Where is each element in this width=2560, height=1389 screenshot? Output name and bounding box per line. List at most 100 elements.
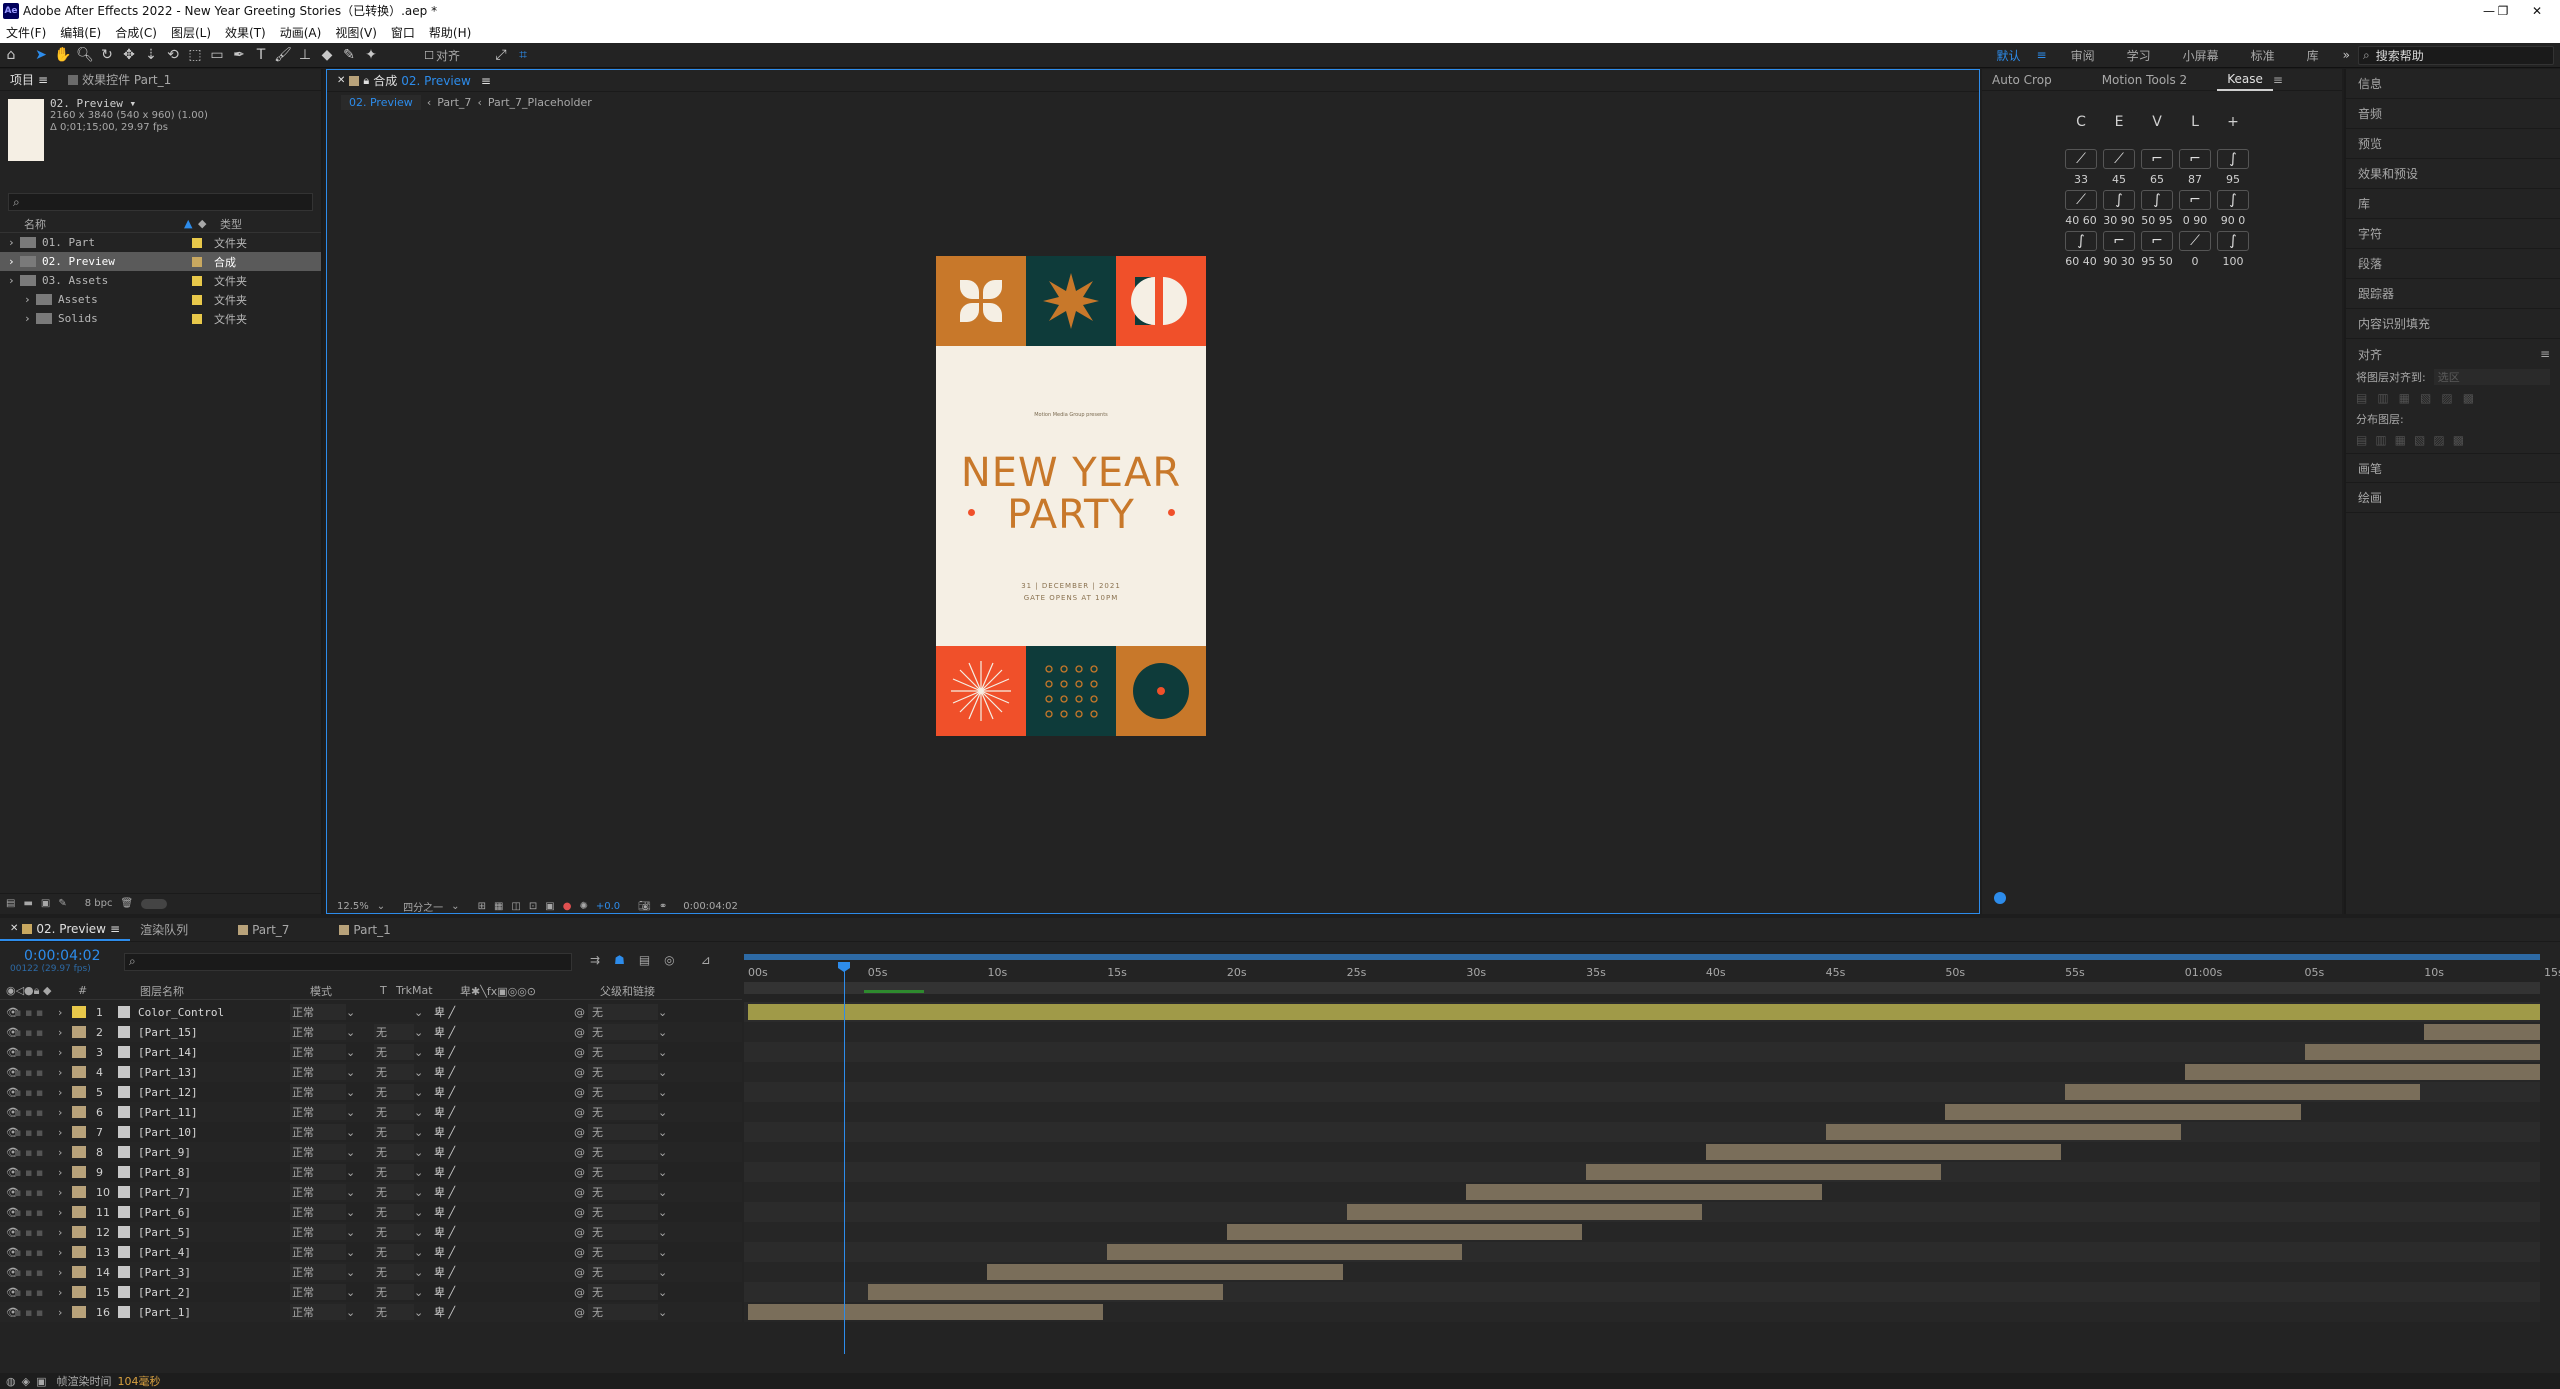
pickwhip-icon[interactable]: @ bbox=[574, 1266, 588, 1279]
layer-switches[interactable]: ▪ ▪ ▪ bbox=[14, 1266, 58, 1279]
kease-e-button[interactable]: E bbox=[2100, 114, 2138, 130]
chevron-right-icon[interactable]: › bbox=[58, 1166, 72, 1179]
label-color-swatch[interactable] bbox=[72, 1026, 86, 1038]
layer-row[interactable]: 👁︎ ▪ ▪ ▪ › 8 [Part_9] 正常 ⌄ 无 ⌄ 卑 ╱ @ 无 ⌄ bbox=[0, 1142, 742, 1162]
blend-mode-dropdown[interactable]: 正常 bbox=[290, 1224, 346, 1240]
layer-switches-icon[interactable]: 卑 ╱ bbox=[434, 1244, 574, 1260]
puppet-pin-icon[interactable]: ✦ bbox=[360, 44, 382, 66]
pickwhip-icon[interactable]: @ bbox=[574, 1106, 588, 1119]
menu-layer[interactable]: 图层(L) bbox=[171, 24, 211, 41]
eye-icon[interactable]: 👁︎ bbox=[0, 1286, 20, 1299]
align-buttons[interactable]: ▤▥▦▧▨▩ bbox=[2346, 385, 2560, 411]
comp-timecode[interactable]: 0:00:04:02 bbox=[683, 901, 738, 912]
layer-switches-icon[interactable]: 卑 ╱ bbox=[434, 1164, 574, 1180]
exposure-icon[interactable]: ✺ bbox=[579, 901, 587, 912]
parent-dropdown[interactable]: 无 bbox=[588, 1064, 658, 1080]
parent-dropdown[interactable]: 无 bbox=[588, 1104, 658, 1120]
work-area-bar[interactable] bbox=[744, 954, 2540, 960]
project-settings-icon[interactable]: ✎ bbox=[58, 898, 66, 909]
layer-switches-icon[interactable]: 卑 ╱ bbox=[434, 1224, 574, 1240]
rectangle-tool-icon[interactable]: ▭ bbox=[206, 44, 228, 66]
kease-preset-button[interactable]: ∫ 60 40 bbox=[2062, 231, 2100, 268]
comp-button-icon[interactable]: ▣ bbox=[36, 1375, 46, 1388]
pickwhip-icon[interactable]: @ bbox=[574, 1186, 588, 1199]
layer-name[interactable]: [Part_13] bbox=[138, 1066, 290, 1079]
chevron-right-icon[interactable]: › bbox=[58, 1086, 72, 1099]
zoom-tool-icon[interactable]: 🔍︎ bbox=[74, 44, 96, 66]
chevron-right-icon[interactable]: › bbox=[58, 1246, 72, 1259]
trkmat-dropdown[interactable]: 无 bbox=[374, 1184, 414, 1200]
hand-tool-icon[interactable]: ✋ bbox=[52, 44, 74, 66]
pickwhip-icon[interactable]: @ bbox=[574, 1286, 588, 1299]
eye-icon[interactable]: 👁︎ bbox=[0, 1026, 20, 1039]
trkmat-dropdown[interactable]: 无 bbox=[374, 1084, 414, 1100]
label-color-swatch[interactable] bbox=[72, 1226, 86, 1238]
current-timecode[interactable]: 0:00:04:02 bbox=[24, 948, 101, 964]
blend-mode-dropdown[interactable]: 正常 bbox=[290, 1304, 346, 1320]
label-color-swatch[interactable] bbox=[72, 1146, 86, 1158]
label-color-swatch[interactable] bbox=[72, 1006, 86, 1018]
trkmat-dropdown[interactable]: 无 bbox=[374, 1304, 414, 1320]
eye-icon[interactable]: 👁︎ bbox=[0, 1126, 20, 1139]
project-item[interactable]: › Assets 文件夹 bbox=[0, 290, 321, 309]
blend-mode-dropdown[interactable]: 正常 bbox=[290, 1124, 346, 1140]
eye-icon[interactable]: 👁︎ bbox=[0, 1206, 20, 1219]
eye-icon[interactable]: 👁︎ bbox=[0, 1266, 20, 1279]
help-search[interactable]: ⌕ 搜索帮助 bbox=[2358, 45, 2554, 65]
layer-duration-bar[interactable] bbox=[1226, 1224, 1583, 1240]
layer-name[interactable]: [Part_10] bbox=[138, 1126, 290, 1139]
eraser-tool-icon[interactable]: ◆ bbox=[316, 44, 338, 66]
chevron-right-icon[interactable]: › bbox=[58, 1186, 72, 1199]
keyframe-icon[interactable]: ◈ bbox=[22, 1375, 30, 1388]
layer-row[interactable]: 👁︎ ▪ ▪ ▪ › 3 [Part_14] 正常 ⌄ 无 ⌄ 卑 ╱ @ 无 ⌄ bbox=[0, 1042, 742, 1062]
layer-switches[interactable]: ▪ ▪ ▪ bbox=[14, 1166, 58, 1179]
kease-preset-button[interactable]: ∫ 50 95 bbox=[2138, 190, 2176, 227]
home-icon[interactable]: ⌂ bbox=[0, 44, 22, 66]
dolly-tool-icon[interactable]: ⇣ bbox=[140, 44, 162, 66]
bpc-label[interactable]: 8 bpc bbox=[85, 898, 113, 909]
menu-composition[interactable]: 合成(C) bbox=[115, 24, 157, 41]
blend-mode-dropdown[interactable]: 正常 bbox=[290, 1264, 346, 1280]
tab-composition[interactable]: ✕ 🔒︎ 合成 02. Preview ≡ bbox=[327, 70, 501, 92]
chevron-right-icon[interactable]: › bbox=[58, 1146, 72, 1159]
close-button[interactable]: ✕ bbox=[2514, 0, 2560, 21]
layer-switches-icon[interactable]: 卑 ╱ bbox=[434, 1024, 574, 1040]
blend-mode-dropdown[interactable]: 正常 bbox=[290, 1104, 346, 1120]
label-color-swatch[interactable] bbox=[72, 1206, 86, 1218]
trkmat-dropdown[interactable]: 无 bbox=[374, 1204, 414, 1220]
kease-preset-button[interactable]: ⌐ 95 50 bbox=[2138, 231, 2176, 268]
tab-project[interactable]: 项目 ≡ bbox=[0, 69, 58, 91]
workspace-standard[interactable]: 标准 bbox=[2235, 47, 2291, 64]
layer-row[interactable]: 👁︎ ▪ ▪ ▪ › 6 [Part_11] 正常 ⌄ 无 ⌄ 卑 ╱ @ 无 ⌄ bbox=[0, 1102, 742, 1122]
layer-name[interactable]: [Part_12] bbox=[138, 1086, 290, 1099]
interpret-footage-icon[interactable]: ▤ bbox=[6, 898, 15, 909]
brush-tool-icon[interactable]: 🖌︎ bbox=[272, 44, 294, 66]
tab-motion-tools[interactable]: Motion Tools 2 bbox=[2092, 69, 2198, 91]
kease-preset-button[interactable]: ⟋ 45 bbox=[2100, 149, 2138, 186]
blend-mode-dropdown[interactable]: 正常 bbox=[290, 1004, 346, 1020]
right-panel-item[interactable]: 跟踪器 bbox=[2346, 279, 2560, 309]
guides-icon[interactable]: ⊡ bbox=[529, 901, 537, 912]
right-panel-item[interactable]: 效果和预设 bbox=[2346, 159, 2560, 189]
layer-switches-icon[interactable]: 卑 ╱ bbox=[434, 1204, 574, 1220]
layer-duration-bar[interactable] bbox=[1466, 1184, 1822, 1200]
parent-dropdown[interactable]: 无 bbox=[588, 1284, 658, 1300]
selection-tool-icon[interactable]: ➤ bbox=[30, 44, 52, 66]
trkmat-dropdown[interactable]: 无 bbox=[374, 1284, 414, 1300]
kease-preset-button[interactable]: ⟋ 33 bbox=[2062, 149, 2100, 186]
menu-file[interactable]: 文件(F) bbox=[6, 24, 46, 41]
layer-row[interactable]: 👁︎ ▪ ▪ ▪ › 10 [Part_7] 正常 ⌄ 无 ⌄ 卑 ╱ @ 无 ⌄ bbox=[0, 1182, 742, 1202]
chevron-right-icon[interactable]: › bbox=[58, 1306, 72, 1319]
layer-row[interactable]: 👁︎ ▪ ▪ ▪ › 2 [Part_15] 正常 ⌄ 无 ⌄ 卑 ╱ @ 无 ⌄ bbox=[0, 1022, 742, 1042]
eye-icon[interactable]: 👁︎ bbox=[0, 1246, 20, 1259]
mask-icon[interactable]: ◫ bbox=[511, 901, 520, 912]
trkmat-dropdown[interactable]: 无 bbox=[374, 1244, 414, 1260]
pickwhip-icon[interactable]: @ bbox=[574, 1306, 588, 1319]
layer-name[interactable]: [Part_1] bbox=[138, 1306, 290, 1319]
layer-name[interactable]: [Part_11] bbox=[138, 1106, 290, 1119]
parent-dropdown[interactable]: 无 bbox=[588, 1124, 658, 1140]
layer-duration-bar[interactable] bbox=[1705, 1144, 2062, 1160]
pickwhip-icon[interactable]: @ bbox=[574, 1146, 588, 1159]
parent-dropdown[interactable]: 无 bbox=[588, 1184, 658, 1200]
eye-icon[interactable]: 👁︎ bbox=[0, 1006, 20, 1019]
